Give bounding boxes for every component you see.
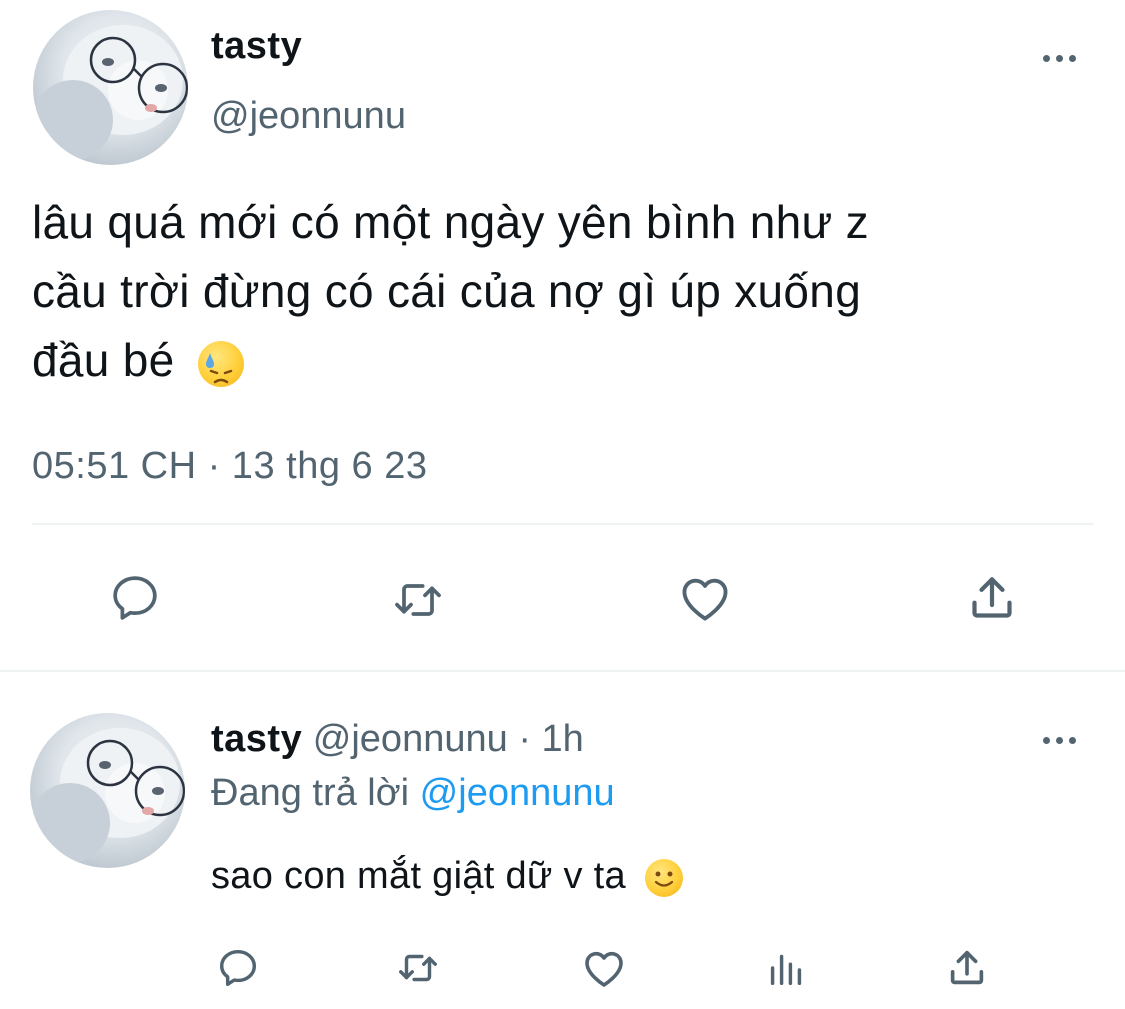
divider [0,670,1125,672]
replying-prefix: Đang trả lời [211,772,410,814]
retweet-icon [399,954,437,982]
author-name[interactable]: tasty [211,25,302,68]
author-name[interactable]: tasty [211,718,302,760]
like-icon [682,578,728,621]
reply-text: sao con mắt giật dữ v ta [211,855,683,898]
reply-header: tasty @jeonnunu · 1h [211,718,584,761]
tweet-text-line: đầu bé [32,326,1092,395]
retweet-button[interactable] [383,570,453,630]
cat-avatar-image [33,25,188,160]
more-options-icon[interactable] [1043,55,1076,62]
tweet-time-ago[interactable]: 1h [542,718,584,760]
avatar[interactable] [33,10,188,165]
reply-icon [113,576,157,620]
reply-text-content: sao con mắt giật dữ v ta [211,855,626,897]
meta-separator: · [518,718,531,760]
slightly-smiling-face-icon [644,858,683,897]
downcast-face-with-sweat-icon [197,340,244,387]
divider [32,523,1094,525]
like-icon [585,951,623,987]
tweet-timestamp[interactable]: 05:51 CH · 13 thg 6 23 [32,445,427,488]
reply-icon [219,949,257,987]
share-button[interactable] [957,568,1027,628]
tweet-text-fragment: đầu bé [32,334,175,386]
views-icon [770,954,802,986]
like-button[interactable] [576,940,632,996]
retweet-icon [395,584,441,616]
author-handle[interactable]: @jeonnunu [313,718,508,760]
like-button[interactable] [670,568,740,628]
share-button[interactable] [939,940,995,996]
avatar[interactable] [30,713,185,868]
replying-to: Đang trả lời @jeonnunu [211,772,615,815]
tweet-text: lâu quá mới có một ngày yên bình như z c… [32,188,1092,395]
reply-button[interactable] [210,940,266,996]
tweet-text-line: cầu trời đừng có cái của nợ gì úp xuống [32,265,862,317]
author-handle[interactable]: @jeonnunu [211,95,406,138]
share-icon [972,577,1012,618]
tweet-text-line: lâu quá mới có một ngày yên bình như z [32,196,869,248]
cat-avatar-image [30,728,185,863]
retweet-button[interactable] [390,940,446,996]
reply-button[interactable] [100,568,170,628]
share-icon [950,950,984,985]
more-options-icon[interactable] [1043,737,1076,744]
views-button[interactable] [758,940,814,996]
replying-to-link[interactable]: @jeonnunu [420,772,615,814]
